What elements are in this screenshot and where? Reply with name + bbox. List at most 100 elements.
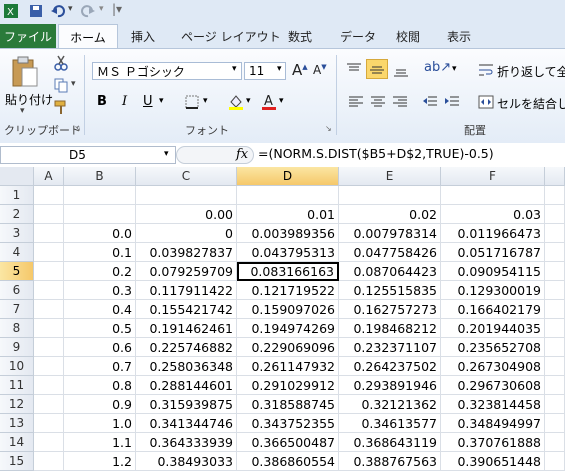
- cell[interactable]: 0.296730608: [441, 376, 545, 395]
- wrap-text-label[interactable]: 折り返して全: [497, 63, 565, 80]
- cell[interactable]: 0.267304908: [441, 357, 545, 376]
- cell[interactable]: [64, 205, 136, 224]
- merge-center-label[interactable]: セルを結合して: [497, 95, 565, 112]
- cell-overflow[interactable]: [545, 395, 565, 414]
- row-header-15[interactable]: 15: [0, 452, 34, 471]
- cell[interactable]: 0.3: [64, 281, 136, 300]
- cell[interactable]: 0.198468212: [339, 319, 441, 338]
- cell[interactable]: 0.02: [339, 205, 441, 224]
- column-header-F[interactable]: F: [441, 167, 545, 186]
- name-box-dropdown-icon[interactable]: ▾: [164, 149, 169, 159]
- align-bottom-icon[interactable]: [393, 63, 409, 77]
- row-header-8[interactable]: 8: [0, 319, 34, 338]
- redo-icon[interactable]: [80, 3, 96, 19]
- cell[interactable]: 0.235652708: [441, 338, 545, 357]
- cell[interactable]: 0.166402179: [441, 300, 545, 319]
- cell-overflow[interactable]: [545, 186, 565, 205]
- cell[interactable]: 1.2: [64, 452, 136, 471]
- copy-icon[interactable]: [53, 77, 69, 93]
- cell[interactable]: 0.8: [64, 376, 136, 395]
- row-header-1[interactable]: 1: [0, 186, 34, 205]
- tab-view[interactable]: 表示: [447, 24, 471, 48]
- align-center-icon[interactable]: [370, 95, 386, 109]
- shrink-font-icon[interactable]: A▼: [313, 63, 327, 77]
- cell[interactable]: [34, 243, 64, 262]
- cell[interactable]: 0.079259709: [136, 262, 237, 281]
- font-name-combo[interactable]: ＭＳ Ｐゴシック: [92, 62, 242, 80]
- cell[interactable]: [34, 186, 64, 205]
- cell[interactable]: 0.01: [237, 205, 339, 224]
- column-header-B[interactable]: B: [64, 167, 136, 186]
- cell[interactable]: [34, 376, 64, 395]
- cell[interactable]: 0.162757273: [339, 300, 441, 319]
- cell[interactable]: 0.229069096: [237, 338, 339, 357]
- cell-overflow[interactable]: [545, 357, 565, 376]
- cell[interactable]: [34, 338, 64, 357]
- cell[interactable]: 0.232371107: [339, 338, 441, 357]
- undo-dropdown-icon[interactable]: ▾: [68, 4, 73, 14]
- row-header-9[interactable]: 9: [0, 338, 34, 357]
- cell-overflow[interactable]: [545, 376, 565, 395]
- cell[interactable]: 0.5: [64, 319, 136, 338]
- cell[interactable]: 0.155421742: [136, 300, 237, 319]
- font-name-dropdown-icon[interactable]: ▾: [232, 64, 237, 74]
- paste-button-label[interactable]: 貼り付け: [5, 91, 53, 108]
- cell[interactable]: [34, 224, 64, 243]
- align-top-icon[interactable]: [346, 63, 362, 77]
- cell[interactable]: 0.03: [441, 205, 545, 224]
- cell[interactable]: 0.194974269: [237, 319, 339, 338]
- align-right-icon[interactable]: [392, 95, 408, 109]
- italic-icon[interactable]: I: [122, 94, 127, 109]
- cell-overflow[interactable]: [545, 281, 565, 300]
- borders-dropdown-icon[interactable]: ▾: [203, 96, 208, 106]
- cell[interactable]: 0.264237502: [339, 357, 441, 376]
- cell[interactable]: 0.2: [64, 262, 136, 281]
- cell[interactable]: 0.047758426: [339, 243, 441, 262]
- customize-icon[interactable]: |▾: [112, 2, 122, 16]
- worksheet-grid[interactable]: A B C D E F 1 2 0.00 0.01 0.02 0.03 3 0.0 0 0.003989356…: [0, 167, 565, 471]
- cell[interactable]: 0: [136, 224, 237, 243]
- cell[interactable]: 0.225746882: [136, 338, 237, 357]
- cell[interactable]: 0.368643119: [339, 433, 441, 452]
- cell[interactable]: 0.1: [64, 243, 136, 262]
- decrease-indent-icon[interactable]: [422, 95, 438, 109]
- tab-file[interactable]: ファイル: [0, 24, 56, 48]
- excel-app-icon[interactable]: X: [3, 3, 19, 19]
- tab-home[interactable]: ホーム: [58, 24, 118, 49]
- font-size-dropdown-icon[interactable]: ▾: [277, 64, 282, 74]
- column-header-D[interactable]: D: [237, 167, 339, 186]
- row-header-12[interactable]: 12: [0, 395, 34, 414]
- paste-dropdown-icon[interactable]: ▾: [20, 106, 25, 116]
- row-header-11[interactable]: 11: [0, 376, 34, 395]
- undo-icon[interactable]: [50, 3, 66, 19]
- cell-overflow[interactable]: [545, 224, 565, 243]
- cell[interactable]: 0.370761888: [441, 433, 545, 452]
- cell[interactable]: 0.323814458: [441, 395, 545, 414]
- cell[interactable]: 0.386860554: [237, 452, 339, 471]
- row-header-3[interactable]: 3: [0, 224, 34, 243]
- wrap-text-icon[interactable]: [478, 62, 494, 78]
- cell[interactable]: [237, 186, 339, 205]
- column-header-E[interactable]: E: [339, 167, 441, 186]
- row-header-6[interactable]: 6: [0, 281, 34, 300]
- row-header-2[interactable]: 2: [0, 205, 34, 224]
- fill-color-dropdown-icon[interactable]: ▾: [246, 96, 251, 106]
- cell[interactable]: 0.7: [64, 357, 136, 376]
- cell[interactable]: [34, 452, 64, 471]
- cell[interactable]: 0.043795313: [237, 243, 339, 262]
- align-left-icon[interactable]: [348, 95, 364, 109]
- cell[interactable]: 0.348494997: [441, 414, 545, 433]
- active-cell[interactable]: 0.083166163: [237, 262, 339, 281]
- cell[interactable]: [339, 186, 441, 205]
- cell[interactable]: [34, 414, 64, 433]
- cell[interactable]: 1.1: [64, 433, 136, 452]
- cell[interactable]: [34, 300, 64, 319]
- cell[interactable]: [34, 433, 64, 452]
- cell[interactable]: 0.039827837: [136, 243, 237, 262]
- cell[interactable]: 0.261147932: [237, 357, 339, 376]
- row-header-13[interactable]: 13: [0, 414, 34, 433]
- cell[interactable]: 0.288144601: [136, 376, 237, 395]
- cell[interactable]: 0.003989356: [237, 224, 339, 243]
- cell[interactable]: 0.38493033: [136, 452, 237, 471]
- cell-overflow[interactable]: [545, 414, 565, 433]
